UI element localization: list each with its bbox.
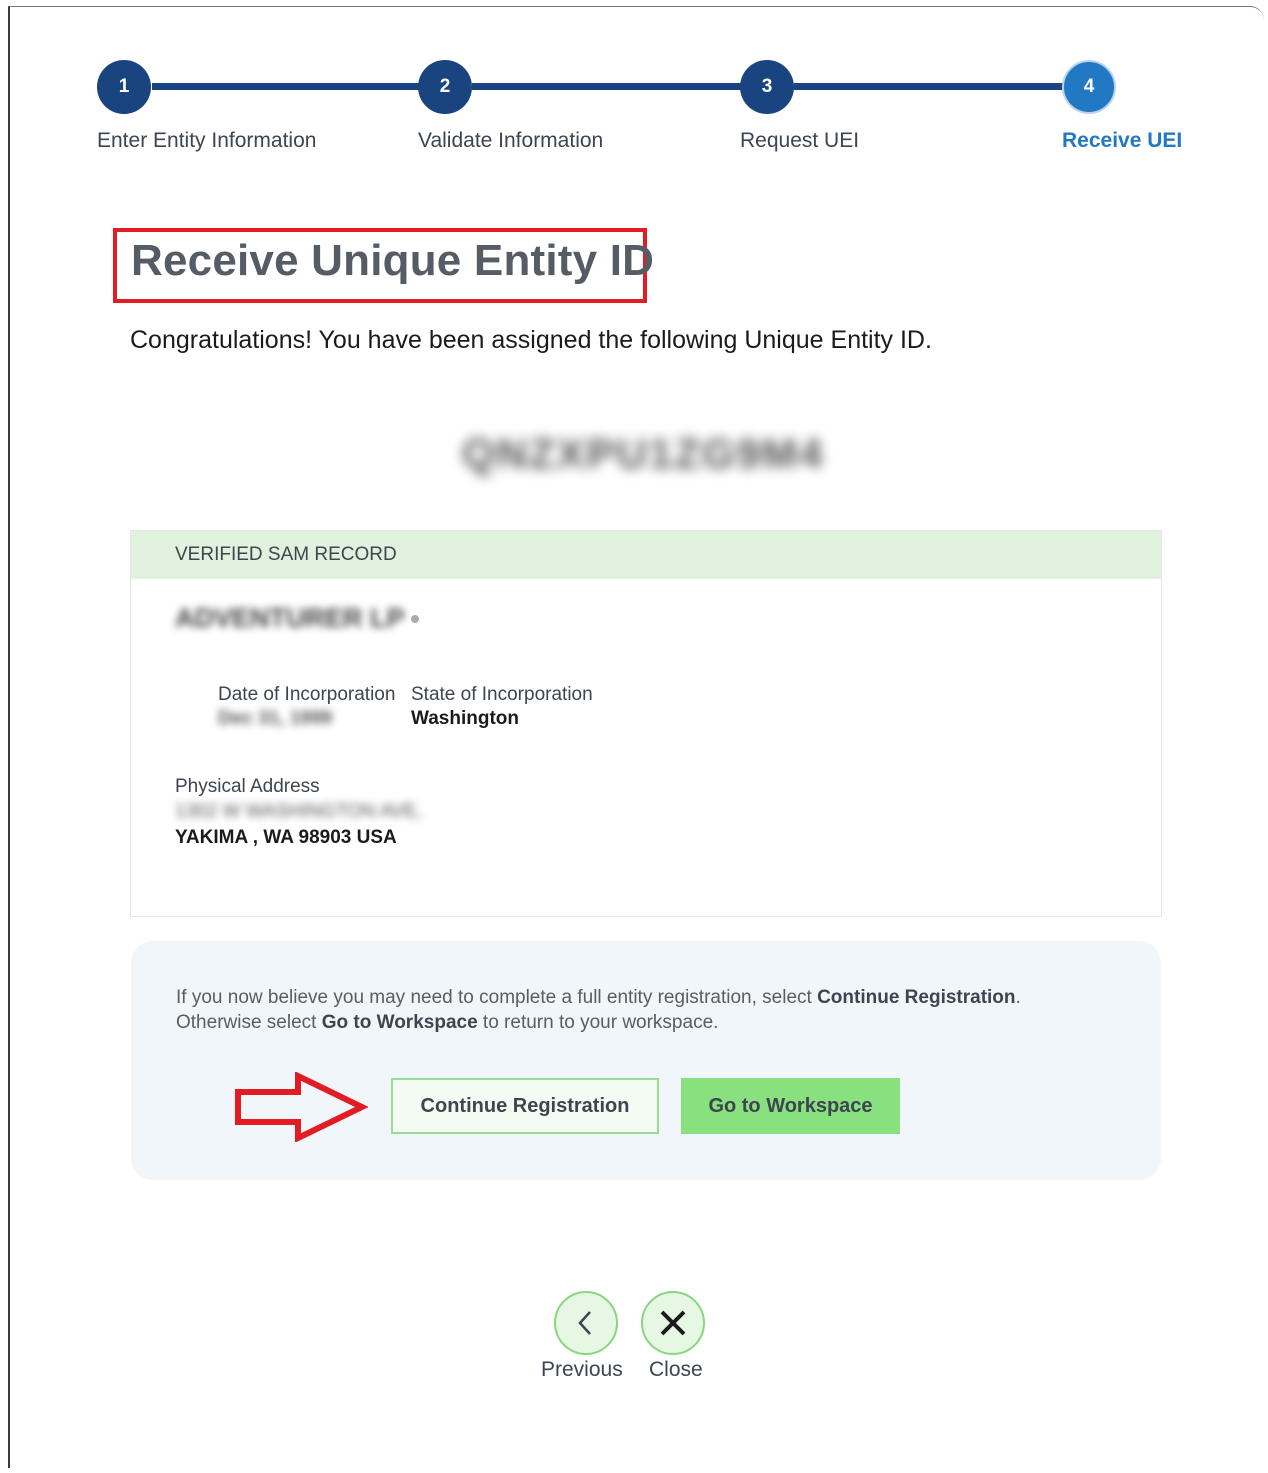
- continue-registration-button[interactable]: Continue Registration: [391, 1078, 659, 1134]
- step-1-indicator: 1: [97, 60, 151, 114]
- step-connector-3: [794, 83, 1066, 90]
- entity-status-dot: [411, 615, 419, 623]
- previous-button[interactable]: [554, 1291, 618, 1355]
- congratulations-message: Congratulations! You have been assigned …: [130, 326, 932, 354]
- info-line1-bold: Continue Registration: [817, 987, 1016, 1008]
- info-line2-text: Otherwise select: [176, 1012, 322, 1033]
- go-to-workspace-button[interactable]: Go to Workspace: [681, 1078, 900, 1134]
- step-2-indicator: 2: [418, 60, 472, 114]
- state-of-incorporation-value: Washington: [411, 708, 519, 729]
- previous-label: Previous: [541, 1358, 623, 1381]
- annotation-arrow-icon: [235, 1072, 368, 1142]
- info-line1-text: If you now believe you may need to compl…: [176, 987, 818, 1008]
- close-icon: [660, 1310, 686, 1336]
- date-of-incorporation-label: Date of Incorporation: [218, 684, 396, 705]
- date-of-incorporation-value: Dec 31, 1999: [218, 708, 333, 729]
- step-connector-2: [472, 83, 744, 90]
- next-steps-panel: If you now believe you may need to compl…: [131, 941, 1161, 1180]
- step-4-label: Receive UEI: [1062, 129, 1183, 152]
- address-line-1: 1302 W WASHINGTON AVE,: [175, 801, 422, 822]
- info-line2-bold: Go to Workspace: [321, 1012, 478, 1033]
- step-3-label: Request UEI: [740, 129, 860, 152]
- entity-name: ADVENTURER LP: [175, 603, 405, 633]
- record-header: VERIFIED SAM RECORD: [131, 531, 1161, 579]
- close-label: Close: [649, 1358, 703, 1381]
- verified-sam-record-card: VERIFIED SAM RECORD ADVENTURER LP Date o…: [130, 530, 1162, 917]
- close-button[interactable]: [641, 1291, 705, 1355]
- state-of-incorporation-label: State of Incorporation: [411, 684, 593, 705]
- page-title: Receive Unique Entity ID: [131, 236, 655, 285]
- step-2-label: Validate Information: [418, 129, 604, 152]
- step-1-label: Enter Entity Information: [97, 129, 317, 152]
- step-connector-1: [152, 83, 422, 90]
- physical-address-label: Physical Address: [175, 776, 320, 797]
- chevron-left-icon: [578, 1311, 591, 1335]
- uei-value: QNZXPU1ZG9M4: [462, 430, 825, 477]
- info-line2-suffix: to return to your workspace.: [477, 1012, 719, 1033]
- step-4-indicator: 4: [1062, 60, 1116, 114]
- next-steps-text: If you now believe you may need to compl…: [176, 985, 1021, 1035]
- address-line-2: YAKIMA , WA 98903 USA: [175, 827, 397, 848]
- record-header-label: VERIFIED SAM RECORD: [175, 544, 397, 565]
- step-3-indicator: 3: [740, 60, 794, 114]
- info-line1-suffix: .: [1015, 987, 1021, 1008]
